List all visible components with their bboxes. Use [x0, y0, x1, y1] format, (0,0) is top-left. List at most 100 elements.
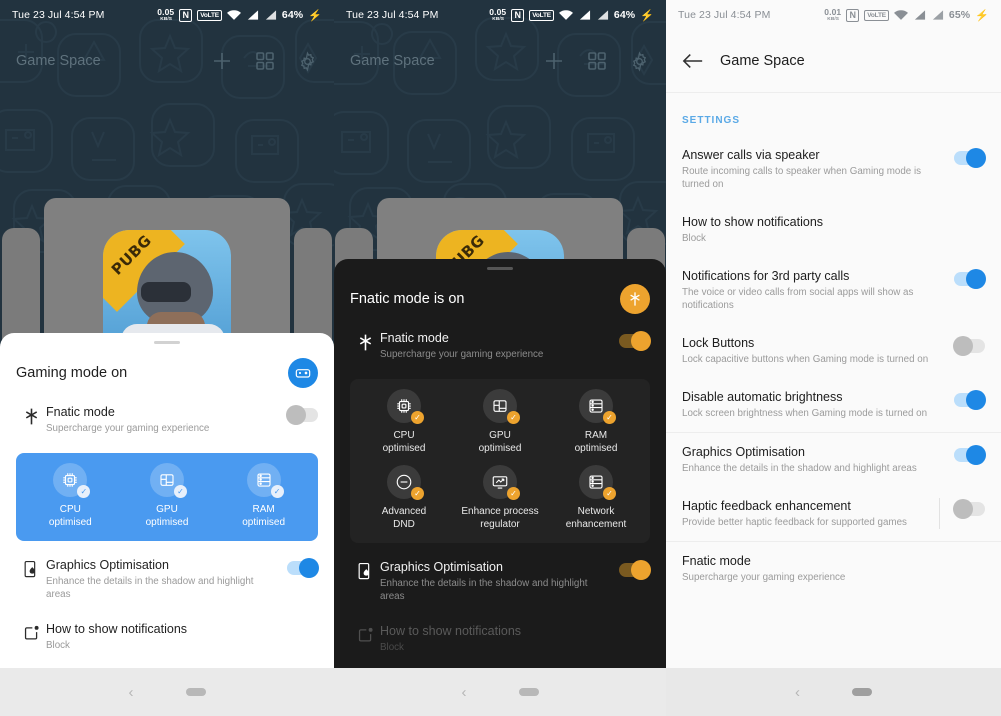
battery-percent: 64%: [281, 9, 304, 21]
setting-row-graphics-optimisation[interactable]: Graphics Optimisation Enhance the detail…: [666, 433, 1001, 487]
graphics-title: Graphics Optimisation: [380, 560, 503, 574]
setting-subtitle: Provide better haptic feedback for suppo…: [682, 517, 907, 528]
ram-icon: ✓: [246, 463, 284, 498]
panel-gaming-mode: Tue 23 Jul 4:54 PM 0.05 KB/S N VoLTE 64%…: [0, 0, 334, 716]
row-fnatic-mode[interactable]: Fnatic mode Supercharge your gaming expe…: [0, 394, 334, 445]
gear-icon[interactable]: [629, 50, 650, 72]
tile-label-line1: Advanced: [381, 506, 427, 517]
haptic-feedback-toggle[interactable]: [953, 499, 985, 519]
setting-row-disable-automatic-brightness[interactable]: Disable automatic brightness Lock screen…: [666, 378, 1001, 432]
check-icon: ✓: [270, 485, 284, 498]
nav-back-icon[interactable]: ‹: [795, 684, 800, 701]
graphics-title: Graphics Optimisation: [46, 558, 169, 572]
system-navigation-bar: ‹: [0, 668, 334, 716]
graphics-optimisation-toggle[interactable]: [287, 558, 319, 578]
plus-icon[interactable]: [211, 50, 233, 72]
network-speed-indicator: 0.05 KB/S: [489, 7, 507, 22]
row-how-to-show-notifications[interactable]: How to show notifications Block: [0, 611, 334, 668]
fnatic-icon[interactable]: [620, 284, 650, 314]
tile-label-line2: optimised: [478, 443, 522, 454]
lock-buttons-toggle[interactable]: [953, 336, 985, 356]
nav-home-pill[interactable]: [852, 688, 872, 696]
nav-back-icon[interactable]: ‹: [129, 684, 134, 701]
cpu-icon: ✓: [53, 463, 91, 498]
fnatic-mode-title: Fnatic mode: [46, 405, 115, 419]
back-arrow-icon[interactable]: [682, 52, 708, 70]
tile-cpu-optimised[interactable]: ✓ CPU optimised: [356, 389, 452, 455]
grid-icon[interactable]: [255, 51, 275, 71]
status-bar: Tue 23 Jul 4:54 PM 0.05 KB/S N VoLTE 64%…: [0, 0, 334, 30]
row-graphics-optimisation[interactable]: Graphics Optimisation Enhance the detail…: [334, 549, 666, 613]
charging-icon: ⚡: [975, 9, 989, 22]
setting-row-haptic-feedback-enhancement[interactable]: Haptic feedback enhancement Provide bett…: [666, 487, 1001, 541]
gamepad-icon[interactable]: [288, 358, 318, 388]
setting-row-fnatic-mode[interactable]: Fnatic mode Supercharge your gaming expe…: [666, 542, 1001, 596]
setting-row-answer-calls-via-speaker[interactable]: Answer calls via speaker Route incoming …: [666, 136, 1001, 203]
setting-subtitle: The voice or video calls from social app…: [682, 287, 914, 311]
status-clock: Tue 23 Jul 4:54 PM: [12, 9, 105, 21]
nfc-icon: N: [846, 8, 860, 22]
setting-title: Fnatic mode: [682, 554, 751, 568]
tile-ram-optimised[interactable]: ✓ RAM optimised: [548, 389, 644, 455]
tile-label-line2: regulator: [480, 519, 520, 530]
graphics-subtitle: Enhance the details in the shadow and hi…: [380, 578, 588, 602]
sheet-header: Gaming mode on: [0, 344, 334, 394]
tile-label-line1: RAM: [252, 504, 275, 515]
tile-label-line1: GPU: [156, 504, 178, 515]
setting-row-notifications-3rd-party-calls[interactable]: Notifications for 3rd party calls The vo…: [666, 257, 1001, 324]
gpu-icon: ✓: [483, 389, 520, 424]
tile-gpu-optimised[interactable]: ✓ GPU optimised: [119, 463, 216, 529]
tile-label-line2: DND: [393, 519, 415, 530]
wifi-icon: [558, 9, 573, 20]
graphics-optimisation-icon: [16, 557, 46, 579]
row-vertical-separator: [939, 498, 940, 529]
setting-subtitle: Enhance the details in the shadow and hi…: [682, 463, 917, 474]
tile-label-line2: optimised: [48, 517, 92, 528]
fnatic-mode-toggle[interactable]: [286, 405, 318, 425]
screenshot-root: Tue 23 Jul 4:54 PM 0.05 KB/S N VoLTE 64%…: [0, 0, 1001, 716]
tile-network-enhancement[interactable]: ✓ Network enhancement: [548, 465, 644, 531]
graphics-optimisation-toggle[interactable]: [954, 445, 986, 465]
gear-icon[interactable]: [297, 50, 318, 72]
notification-icon: [16, 621, 46, 641]
wifi-icon: [226, 9, 241, 20]
fnatic-mode-toggle[interactable]: [619, 331, 651, 351]
notifications-subtitle: Block: [380, 642, 404, 653]
fnatic-mode-subtitle: Supercharge your gaming experience: [380, 349, 544, 360]
nav-home-pill[interactable]: [518, 688, 539, 696]
wifi-icon: [893, 9, 908, 20]
gpu-icon: ✓: [149, 463, 187, 498]
system-navigation-bar: ‹: [334, 668, 666, 716]
setting-subtitle: Lock screen brightness when Gaming mode …: [682, 408, 928, 419]
page-title: Game Space: [16, 53, 101, 69]
graphics-optimisation-icon: [350, 559, 380, 581]
app-bar: Game Space: [666, 30, 1001, 92]
tile-ram-optimised[interactable]: ✓ RAM optimised: [215, 463, 312, 529]
answer-calls-via-speaker-toggle[interactable]: [954, 148, 986, 168]
tile-gpu-optimised[interactable]: ✓ GPU optimised: [452, 389, 548, 455]
sheet-title: Gaming mode on: [16, 365, 128, 381]
charging-icon: ⚡: [308, 9, 322, 22]
disable-automatic-brightness-toggle[interactable]: [954, 390, 986, 410]
setting-row-how-to-show-notifications[interactable]: How to show notifications Block: [666, 203, 1001, 257]
notifications-title: How to show notifications: [380, 624, 522, 638]
nav-back-icon[interactable]: ‹: [462, 684, 467, 701]
tile-enhance-process-regulator[interactable]: ✓ Enhance process regulator: [452, 465, 548, 531]
setting-subtitle: Block: [682, 233, 706, 244]
notifications-3rd-party-calls-toggle[interactable]: [954, 269, 986, 289]
optimisation-grid: ✓ CPU optimised ✓ GPU optimised ✓ RAM op…: [16, 453, 318, 541]
setting-row-lock-buttons[interactable]: Lock Buttons Lock capacitive buttons whe…: [666, 324, 1001, 378]
graphics-optimisation-toggle[interactable]: [619, 560, 651, 580]
system-navigation-bar: ‹: [666, 668, 1001, 716]
nav-home-pill[interactable]: [185, 688, 206, 696]
charging-icon: ⚡: [640, 9, 654, 22]
row-graphics-optimisation[interactable]: Graphics Optimisation Enhance the detail…: [0, 547, 334, 611]
tile-cpu-optimised[interactable]: ✓ CPU optimised: [22, 463, 119, 529]
plus-icon[interactable]: [543, 50, 565, 72]
tile-advanced-dnd[interactable]: ✓ Advanced DND: [356, 465, 452, 531]
game-space-header: Game Space: [334, 30, 666, 92]
battery-percent: 64%: [613, 9, 636, 21]
row-fnatic-mode[interactable]: Fnatic mode Supercharge your gaming expe…: [334, 320, 666, 371]
row-how-to-show-notifications[interactable]: How to show notifications Block: [334, 613, 666, 668]
grid-icon[interactable]: [587, 51, 607, 71]
